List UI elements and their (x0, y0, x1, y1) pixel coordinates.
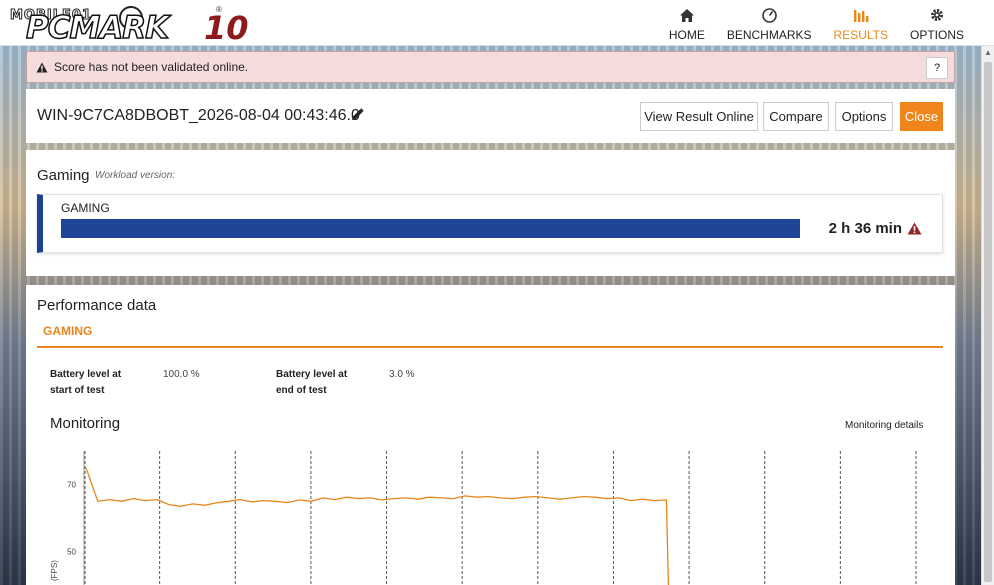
warning-icon (36, 62, 48, 73)
chart-y-axis-label: (FPS) (50, 560, 59, 581)
nav-options[interactable]: OPTIONS (910, 0, 964, 46)
scroll-thumb[interactable] (984, 62, 992, 582)
gear-icon (929, 6, 945, 24)
battery-start-label-line1: Battery level at (50, 369, 122, 380)
nav-results-label: RESULTS (833, 28, 888, 42)
nav-home[interactable]: HOME (669, 0, 705, 46)
bar-chart-icon (853, 6, 869, 24)
edit-pencil-icon[interactable] (351, 108, 364, 126)
battery-end-label: Battery level at end of test (276, 367, 347, 399)
vertical-scrollbar[interactable]: ▲ (981, 46, 994, 585)
score-value-text: 2 h 36 min (828, 220, 902, 237)
app-logo[interactable]: MOBILE01 PCMARK ® 10 (6, 4, 264, 47)
compare-button[interactable]: Compare (763, 102, 829, 131)
scroll-up-arrow-icon[interactable]: ▲ (982, 46, 994, 60)
monitoring-title: Monitoring (50, 415, 121, 432)
top-bar: MOBILE01 PCMARK ® 10 HOME BENCHMARKS RES… (0, 0, 994, 47)
logo-version: 10 (204, 9, 249, 47)
nav-benchmarks-label: BENCHMARKS (726, 28, 812, 42)
gauge-icon (761, 6, 778, 24)
tab-gaming[interactable]: GAMING (43, 324, 92, 338)
view-result-online-button[interactable]: View Result Online (640, 102, 758, 131)
battery-end-value: 3.0 % (389, 369, 415, 380)
logo-name: PCMARK (25, 9, 170, 47)
close-button[interactable]: Close (900, 102, 943, 131)
result-header: WIN-9C7CA8DBOBT_2026-08-04 00:43:46.0 Vi… (26, 89, 955, 143)
nav-results[interactable]: RESULTS (834, 0, 888, 46)
help-button[interactable]: ? (926, 57, 948, 79)
chart-series-line (85, 467, 670, 585)
chart-y-tick-label: 70 (67, 481, 76, 490)
options-button[interactable]: Options (835, 102, 893, 131)
main-nav: HOME BENCHMARKS RESULTS OPTIONS (647, 0, 964, 46)
tab-underline (37, 346, 943, 348)
battery-start-value: 100.0 % (163, 369, 200, 380)
score-label: GAMING (61, 201, 110, 215)
alert-triangle-icon[interactable] (907, 222, 922, 235)
performance-title: Performance data (37, 297, 157, 314)
warning-text: Score has not been validated online. (54, 60, 249, 74)
monitoring-fps-chart: 70 50 (FPS) (50, 451, 917, 585)
chart-y-tick-label: 50 (67, 548, 76, 557)
score-bar (61, 219, 800, 238)
result-title: WIN-9C7CA8DBOBT_2026-08-04 00:43:46.0 (37, 107, 360, 124)
gaming-score-card: GAMING 2 h 36 min (37, 194, 943, 253)
workload-version-label: Workload version: (95, 170, 176, 181)
monitoring-details-link[interactable]: Monitoring details (845, 420, 923, 431)
validation-warning-banner: Score has not been validated online. ? (26, 51, 955, 83)
battery-end-label-line1: Battery level at (276, 369, 348, 380)
nav-home-label: HOME (668, 28, 705, 42)
gaming-score-panel: Gaming Workload version: GAMING 2 h 36 m… (26, 150, 955, 276)
nav-options-label: OPTIONS (909, 28, 964, 42)
score-value: 2 h 36 min (829, 220, 922, 237)
performance-data-panel: Performance data GAMING Battery level at… (26, 285, 955, 585)
home-icon (679, 6, 695, 24)
nav-benchmarks[interactable]: BENCHMARKS (727, 0, 812, 46)
gaming-section-title: Gaming (37, 167, 90, 184)
battery-end-label-line2: end of test (276, 385, 327, 396)
battery-start-label: Battery level at start of test (50, 367, 121, 399)
battery-start-label-line2: start of test (50, 385, 105, 396)
